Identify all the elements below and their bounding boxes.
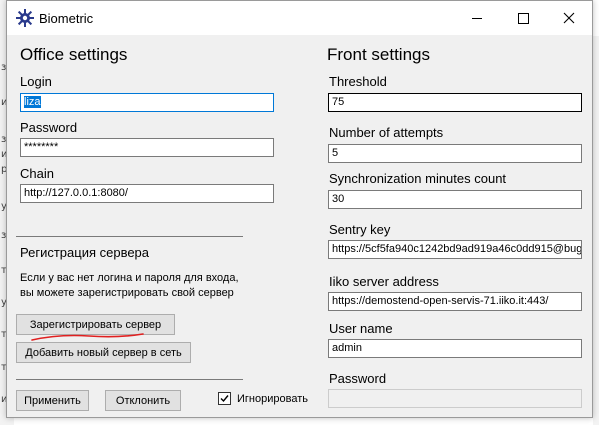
window-title: Biometric	[39, 11, 94, 26]
login-value: liza	[24, 96, 41, 108]
registration-heading: Регистрация сервера	[20, 245, 150, 260]
divider	[16, 236, 243, 237]
office-settings-heading: Office settings	[20, 45, 128, 64]
divider	[16, 379, 243, 380]
add-server-button[interactable]: Добавить новый сервер в сеть	[16, 342, 191, 363]
threshold-label: Threshold	[329, 74, 387, 89]
sync-minutes-input[interactable]: 30	[328, 190, 582, 209]
maximize-icon	[517, 12, 529, 24]
close-icon	[563, 12, 575, 24]
registration-hint-line2: вы можете зарегистрировать свой сервер	[20, 287, 234, 299]
attempts-input[interactable]: 5	[328, 144, 582, 163]
login-input[interactable]: liza	[20, 93, 274, 112]
iiko-server-input[interactable]: https://demostend-open-servis-71.iiko.it…	[328, 292, 582, 311]
threshold-input[interactable]: 75	[328, 93, 582, 112]
ignore-label: Игнорировать	[237, 393, 308, 405]
checkmark-icon	[220, 395, 229, 403]
gear-icon	[16, 9, 34, 27]
title-bar[interactable]: Biometric	[7, 1, 592, 35]
registration-hint-line1: Если у вас нет логина и пароля для входа…	[20, 272, 239, 284]
background-window-edge-right	[593, 36, 599, 425]
username-label: User name	[329, 321, 393, 336]
iiko-server-label: Iiko server address	[329, 274, 439, 289]
chain-input[interactable]: http://127.0.0.1:8080/	[20, 184, 274, 203]
login-label: Login	[20, 74, 52, 89]
sentry-key-input[interactable]: https://5cf5fa940c1242bd9ad919a46c0dd915…	[328, 240, 582, 259]
maximize-button[interactable]	[500, 1, 546, 35]
minimize-icon	[472, 17, 482, 19]
front-password-input[interactable]	[328, 389, 582, 408]
sentry-key-label: Sentry key	[329, 222, 391, 237]
biometric-settings-window: Biometric Office settings Login liza Pas…	[6, 0, 593, 418]
front-settings-heading: Front settings	[327, 45, 430, 64]
sync-minutes-label: Synchronization minutes count	[329, 171, 507, 186]
username-input[interactable]: admin	[328, 339, 582, 358]
cancel-button[interactable]: Отклонить	[105, 390, 181, 411]
close-button[interactable]	[546, 1, 592, 35]
minimize-button[interactable]	[454, 1, 500, 35]
ignore-checkbox[interactable]	[218, 392, 231, 405]
chain-label: Chain	[20, 166, 54, 181]
apply-button[interactable]: Применить	[16, 390, 89, 411]
password-label: Password	[20, 120, 78, 135]
password-input[interactable]: ********	[20, 138, 274, 157]
attempts-label: Number of attempts	[329, 125, 444, 140]
front-password-label: Password	[329, 371, 387, 386]
